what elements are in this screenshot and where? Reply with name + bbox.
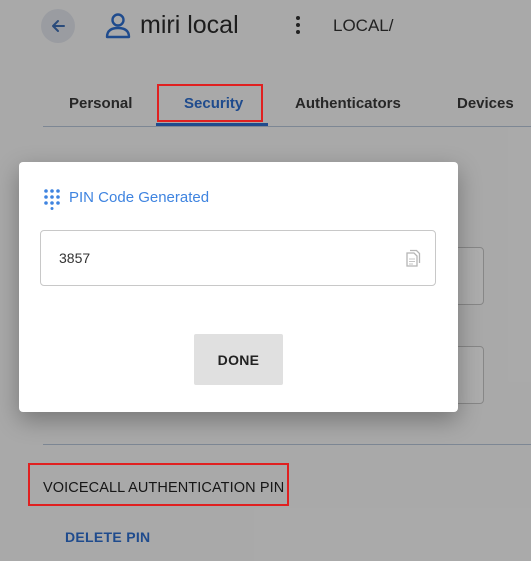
voicecall-pin-highlight xyxy=(28,463,289,506)
dialpad-icon xyxy=(44,189,60,210)
security-tab-highlight xyxy=(157,84,263,122)
pin-code-value: 3857 xyxy=(59,250,91,266)
pin-code-field[interactable]: 3857 xyxy=(40,230,436,286)
pin-dialog: PIN Code Generated 3857 DONE xyxy=(19,162,458,412)
copy-icon[interactable] xyxy=(404,249,422,269)
dialog-title: PIN Code Generated xyxy=(69,189,210,206)
done-button[interactable]: DONE xyxy=(194,334,283,385)
